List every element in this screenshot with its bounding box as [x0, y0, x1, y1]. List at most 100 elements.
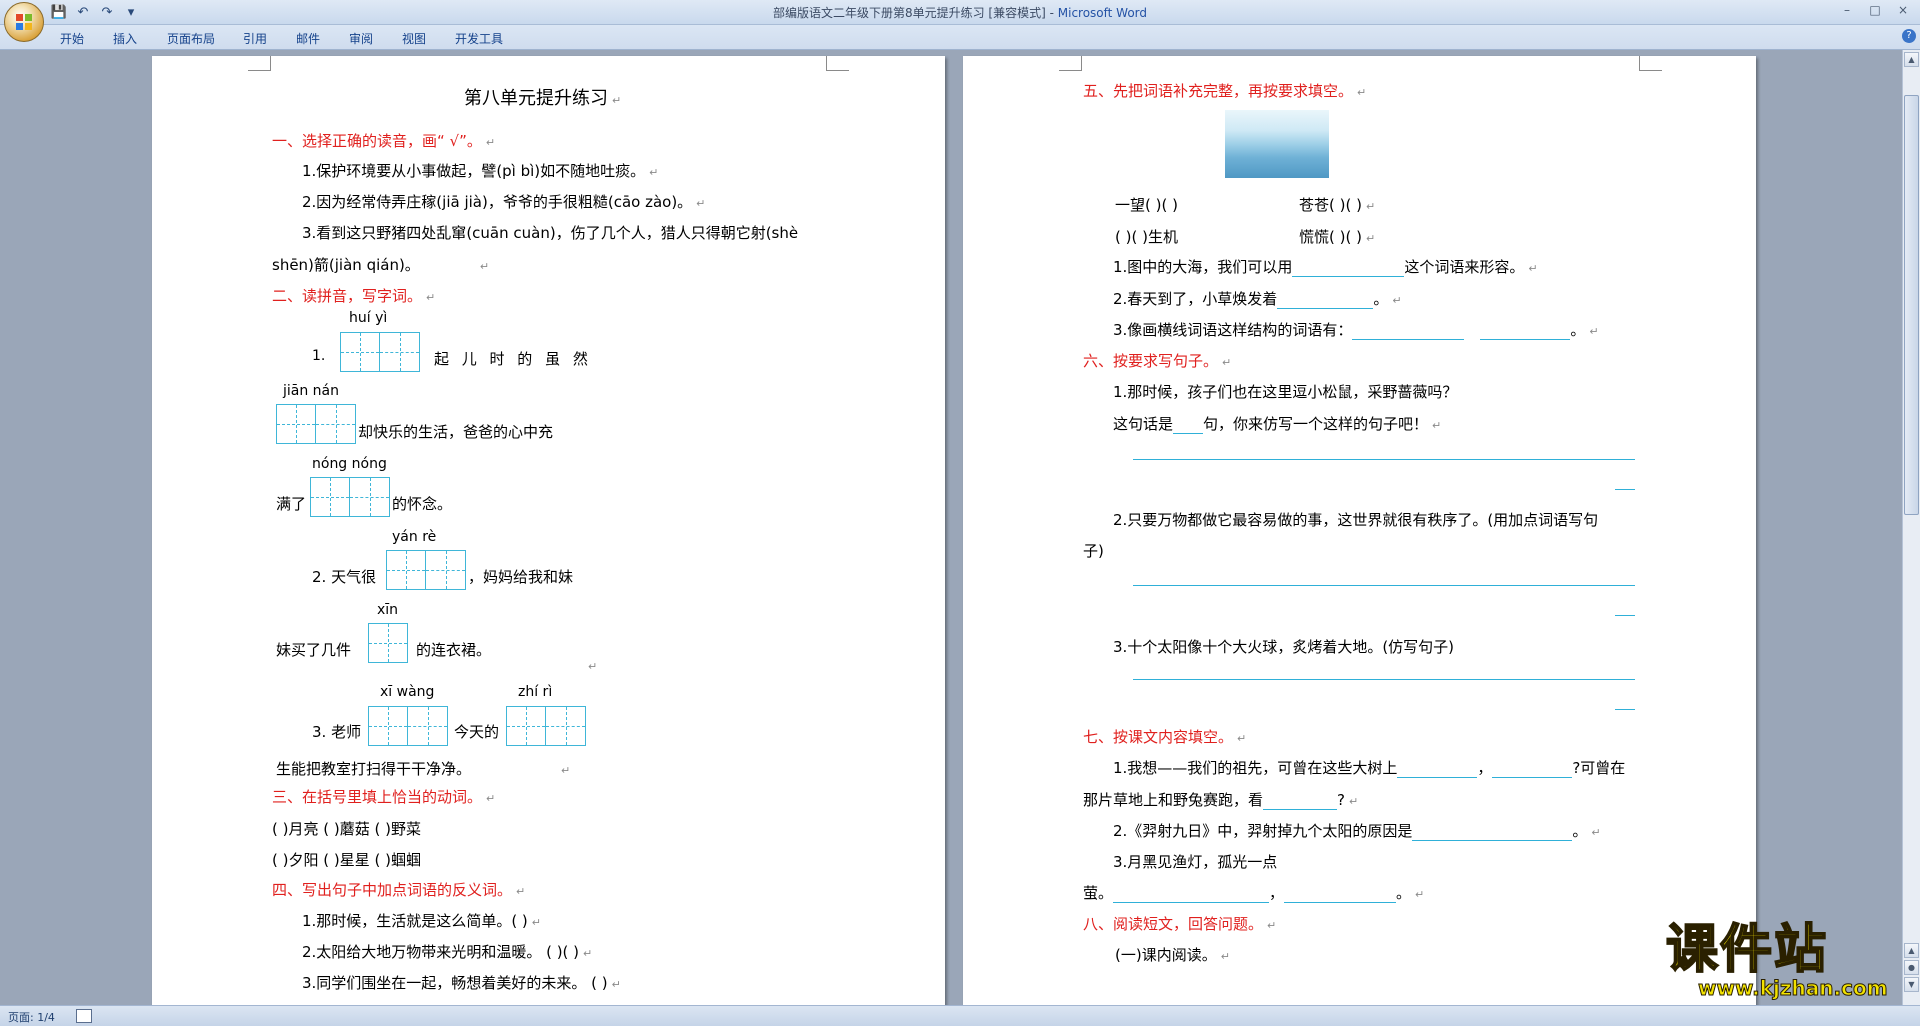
question-text: 2.春天到了，小草焕发着。 ↵	[1113, 290, 1402, 309]
question-text: (一)课内阅读。 ↵	[1115, 946, 1230, 964]
page-title: 第八单元提升练习 ↵	[464, 88, 622, 109]
writing-grid[interactable]	[368, 623, 408, 663]
app-name: Microsoft Word	[1057, 6, 1148, 20]
writing-grid[interactable]	[386, 550, 466, 590]
question-text: 苍苍( )( ) ↵	[1299, 196, 1376, 214]
question-text: 子)	[1083, 542, 1104, 560]
vertical-scrollbar[interactable]: ▲ ▲ ● ▼	[1902, 50, 1920, 1005]
question-text: ( )( )生机	[1115, 228, 1178, 246]
question-text: 2.《羿射九日》中，羿射掉九个太阳的原因是。 ↵	[1113, 822, 1601, 841]
scroll-up-icon[interactable]: ▲	[1904, 52, 1919, 67]
paragraph-mark: ↵	[588, 660, 598, 673]
margin-corner-mark	[248, 56, 271, 71]
question-text: 1.那时候，孩子们也在这里逗小松鼠，采野蔷薇吗？	[1113, 383, 1458, 401]
question-text: 这句话是 句，你来仿写一个这样的句子吧！ ↵	[1113, 415, 1442, 434]
section-heading: 八、阅读短文，回答问题。 ↵	[1083, 915, 1277, 933]
question-text: 的怀念。	[392, 495, 453, 513]
margin-corner-mark	[1059, 56, 1082, 71]
section-heading: 五、先把词语补充完整，再按要求填空。 ↵	[1083, 82, 1367, 100]
document-page-2[interactable]: 五、先把词语补充完整，再按要求填空。 ↵ 一望( )( ) 苍苍( )( ) ↵ (…	[963, 56, 1756, 1005]
answer-line[interactable]	[1615, 488, 1635, 490]
previous-page-icon[interactable]: ▲	[1904, 943, 1919, 958]
question-text: 3.同学们围坐在一起，畅想着美好的未来。 ( ) ↵	[302, 974, 621, 992]
ribbon-tabs: 开始 插入 页面布局 引用 邮件 审阅 视图 开发工具 ?	[0, 25, 1920, 50]
writing-grid[interactable]	[340, 332, 420, 372]
answer-line[interactable]	[1133, 584, 1635, 586]
maximize-button[interactable]: □	[1862, 1, 1888, 19]
pinyin-label: xī wàng	[380, 684, 435, 700]
tab-insert[interactable]: 插入	[113, 30, 137, 47]
proofing-icon[interactable]	[76, 1009, 92, 1023]
question-text: ( )月亮 ( )蘑菇 ( )野菜	[272, 820, 421, 838]
answer-line[interactable]	[1133, 678, 1635, 680]
section-heading: 七、按课文内容填空。 ↵	[1083, 728, 1247, 746]
watermark-logo: 课件站 www.kjzhan.com	[1665, 920, 1906, 1002]
question-text: ( )夕阳 ( )星星 ( )蝈蝈	[272, 851, 421, 869]
question-text: 1.图中的大海，我们可以用 这个词语来形容。 ↵	[1113, 258, 1538, 277]
writing-grid[interactable]	[310, 477, 390, 517]
pinyin-label: yán rè	[392, 529, 437, 545]
question-text: 满了	[276, 495, 307, 513]
pinyin-label: zhí rì	[518, 684, 553, 700]
document-workspace[interactable]: 第八单元提升练习 ↵ 一、选择正确的读音，画“ √”。 ↵ 1.保护环境要从小事做起…	[0, 50, 1903, 1005]
writing-grid[interactable]	[506, 706, 586, 746]
question-text: 3. 老师	[312, 723, 362, 741]
question-text: 3.像画横线词语这样结构的词语有：。 ↵	[1113, 321, 1599, 340]
writing-grid[interactable]	[276, 404, 356, 444]
minimize-button[interactable]: –	[1834, 1, 1860, 19]
tab-developer[interactable]: 开发工具	[455, 30, 503, 47]
watermark-text: 课件站	[1665, 920, 1829, 980]
question-text: 起 儿 时 的 虽 然	[434, 350, 592, 368]
section-heading: 一、选择正确的读音，画“ √”。 ↵	[272, 132, 496, 150]
sea-image	[1225, 110, 1329, 178]
watermark-url: www.kjzhan.com	[1698, 976, 1889, 1001]
tab-review[interactable]: 审阅	[349, 30, 373, 47]
margin-corner-mark	[826, 56, 849, 71]
answer-line[interactable]	[1615, 708, 1635, 710]
question-number: 1.	[312, 348, 326, 364]
answer-line[interactable]	[1133, 458, 1635, 460]
pinyin-label: jiān nán	[283, 383, 340, 399]
document-page-1[interactable]: 第八单元提升练习 ↵ 一、选择正确的读音，画“ √”。 ↵ 1.保护环境要从小事做起…	[152, 56, 945, 1005]
window-title: 部编版语文二年级下册第8单元提升练习 [兼容模式] - Microsoft Wo…	[0, 4, 1920, 21]
question-text: 2.因为经常侍弄庄稼(jiā jià)，爷爷的手很粗糙(cāo zào)。 ↵	[302, 193, 706, 211]
question-text: 那片草地上和野兔赛跑，看? ↵	[1083, 791, 1359, 810]
question-text: 生能把教室打扫得干干净净。 ↵	[276, 760, 571, 778]
question-text: 萤。，。 ↵	[1083, 884, 1425, 903]
question-text: 一望( )( )	[1115, 196, 1178, 214]
document-title: 部编版语文二年级下册第8单元提升练习 [兼容模式] -	[772, 6, 1058, 20]
tab-home[interactable]: 开始	[60, 30, 84, 47]
window-controls: – □ ×	[1834, 1, 1916, 19]
page-indicator[interactable]: 页面: 1/4	[8, 1009, 55, 1025]
title-bar: 💾 ↶ ↷ ▾ 部编版语文二年级下册第8单元提升练习 [兼容模式] - Micr…	[0, 0, 1920, 42]
tab-page-layout[interactable]: 页面布局	[167, 30, 215, 47]
pinyin-label: huí yì	[349, 310, 388, 326]
next-page-icon[interactable]: ▼	[1904, 977, 1919, 992]
question-text: 3.看到这只野猪四处乱窜(cuān cuàn)，伤了几个人，猎人只得朝它射(sh…	[302, 224, 799, 242]
question-text: 慌慌( )( ) ↵	[1299, 228, 1376, 246]
tab-references[interactable]: 引用	[243, 30, 267, 47]
office-button[interactable]	[4, 2, 44, 42]
office-logo-icon	[16, 14, 32, 30]
question-text: shēn)箭(jiàn qián)。 ↵	[272, 256, 490, 274]
pinyin-label: xīn	[377, 602, 399, 618]
writing-grid[interactable]	[368, 706, 448, 746]
select-browse-object-icon[interactable]: ●	[1904, 960, 1919, 975]
pinyin-label: nóng nóng	[312, 456, 387, 472]
question-text: 妹买了几件	[276, 641, 352, 659]
question-text: 的连衣裙。	[416, 641, 492, 659]
question-text: 2. 天气很	[312, 568, 377, 586]
question-text: 2.太阳给大地万物带来光明和温暖。 ( )( ) ↵	[302, 943, 593, 961]
question-text: 却快乐的生活，爸爸的心中充	[358, 423, 554, 441]
question-text: 2.只要万物都做它最容易做的事，这世界就很有秩序了。(用加点词语写句	[1113, 511, 1599, 529]
scrollbar-thumb[interactable]	[1904, 95, 1919, 515]
question-text: 1.那时候，生活就是这么简单。( ) ↵	[302, 912, 542, 930]
section-heading: 四、写出句子中加点词语的反义词。 ↵	[272, 881, 526, 899]
question-text: 3.十个太阳像十个大火球，炙烤着大地。(仿写句子)	[1113, 638, 1455, 656]
close-button[interactable]: ×	[1890, 1, 1916, 19]
tab-view[interactable]: 视图	[402, 30, 426, 47]
answer-line[interactable]	[1615, 614, 1635, 616]
help-icon[interactable]: ?	[1902, 29, 1916, 43]
section-heading: 三、在括号里填上恰当的动词。 ↵	[272, 788, 496, 806]
tab-mailings[interactable]: 邮件	[296, 30, 320, 47]
